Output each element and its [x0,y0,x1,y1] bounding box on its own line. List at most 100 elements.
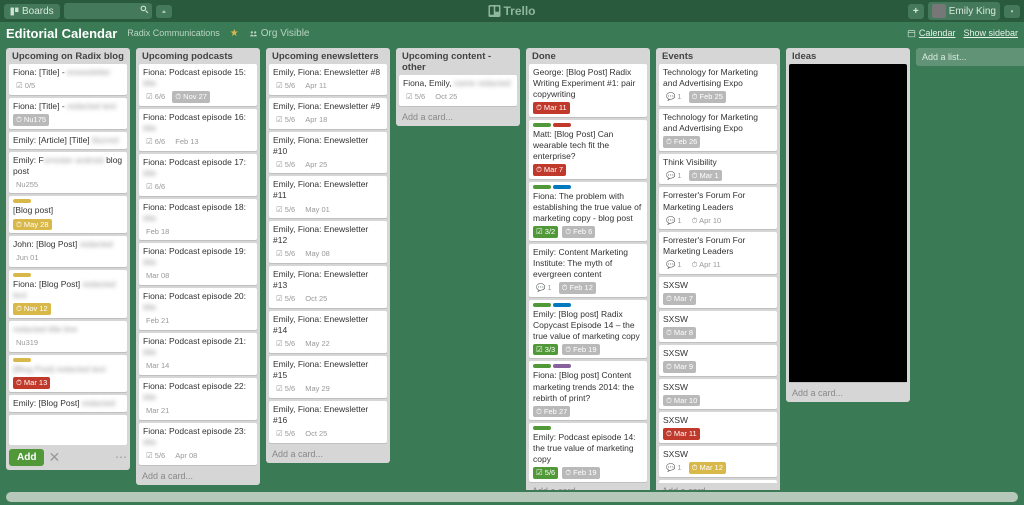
card[interactable]: Forrester's Forum For Marketing Leaders 💬… [659,232,777,274]
card[interactable]: Fiona: [Title] - redacted text⏱ Nu175 [9,98,127,129]
card[interactable]: John: [Blog Post] redactedJun 01 [9,236,127,267]
card[interactable]: Emily: [Article] [Title] blurred [9,132,127,149]
card[interactable]: Fiona: Podcast episode 16: title☑ 6/6Feb… [139,109,257,151]
list-title[interactable]: Upcoming on Radix blog [6,48,130,64]
card[interactable]: SXSW⏱ Mar 7 [659,277,777,308]
card[interactable]: SXSW💬 1⏱ Mar 12 [659,446,777,477]
card[interactable]: Fiona, Emily, name redacted☑ 5/6Oct 25 [399,75,517,106]
card[interactable]: Fiona: [Blog post] Content marketing tre… [529,361,647,420]
card[interactable]: Emily: [Blog Post] redacted [9,395,127,412]
card-footer: ☑ 5/6May 08 [273,248,383,260]
card-badge: Apr 08 [172,450,200,462]
card-title: Emily, Fiona: Enewsletter #11 [273,179,383,201]
show-sidebar-link[interactable]: Show sidebar [963,28,1018,38]
card[interactable]: Technology for Marketing and Advertising… [659,109,777,151]
card[interactable]: SXSW⏱ Mar 11 [659,412,777,443]
card[interactable]: Emily, Fiona: Enewsletter #9☑ 5/6Apr 18 [269,98,387,129]
card-badge: 💬 1 [663,259,685,271]
card[interactable]: SXSW⏱ Mar 9 [659,345,777,376]
card[interactable]: Fiona: Podcast episode 21: titleMar 14 [139,333,257,375]
card[interactable]: Emily, Fiona: Enewsletter #14☑ 5/6May 22 [269,311,387,353]
list-title[interactable]: Upcoming enewsletters [266,48,390,64]
card[interactable]: Fiona: Podcast episode 19: titleMar 08 [139,243,257,285]
card[interactable]: Fiona: Podcast episode 18: titleFeb 18 [139,199,257,241]
card[interactable]: George: [Blog Post] Radix Writing Experi… [529,64,647,117]
card[interactable]: Fiona: [Blog Post] redacted text⏱ Nov 12 [9,270,127,318]
card[interactable]: Fiona: Podcast episode 15: title☑ 6/6⏱ N… [139,64,257,106]
card[interactable]: Emily: Forrester android blog postNu255 [9,152,127,194]
add-card-link[interactable]: Add a card... [136,468,260,485]
add-card-link[interactable]: Add a card... [656,483,780,490]
star-icon[interactable]: ★ [230,28,239,39]
board-title[interactable]: Editorial Calendar [6,26,117,41]
search-input[interactable] [64,3,152,19]
card[interactable]: Emily, Fiona: Enewsletter #8☑ 5/6Apr 11 [269,64,387,95]
card-badge: ☑ 5/6 [273,159,298,171]
card[interactable]: Fiona: Podcast episode 17: title☑ 6/6 [139,154,257,196]
card[interactable]: Emily, Fiona: Enewsletter #16☑ 5/6Oct 25 [269,401,387,443]
card[interactable]: Emily, Fiona: Enewsletter #10☑ 5/6Apr 25 [269,132,387,174]
add-card-link[interactable]: Add a card... [396,109,520,126]
card[interactable]: Fiona: Podcast episode 23: title☑ 5/6Apr… [139,423,257,465]
add-card-link[interactable]: Add a card... [526,483,650,490]
card-label [13,199,31,203]
card[interactable]: Fiona: The problem with establishing the… [529,182,647,241]
list-title[interactable]: Events [656,48,780,64]
user-menu[interactable]: Emily King [928,2,1000,20]
list-cards[interactable]: George: [Blog Post] Radix Writing Experi… [526,64,650,483]
close-icon[interactable]: ✕ [48,449,60,466]
card[interactable]: Emily, Fiona: Enewsletter #15☑ 5/6May 29 [269,356,387,398]
card[interactable]: Emily: Content Marketing Institute: The … [529,244,647,297]
notifications-button[interactable] [1004,5,1020,18]
graph-button[interactable] [156,5,172,18]
card-composer[interactable] [9,415,127,445]
card[interactable]: Forrester's Forum For Marketing Leaders💬… [659,187,777,229]
list-cards[interactable]: Fiona: [Title] - enewsletter☑ 0/5Fiona: … [6,64,130,415]
card[interactable]: Matt: [Blog Post] Can wearable tech fit … [529,120,647,179]
horizontal-scrollbar[interactable] [6,492,1018,502]
list-cards[interactable]: Technology for Marketing and Advertising… [656,64,780,483]
card[interactable]: Technology for Marketing and Advertising… [659,64,777,106]
card-title: Emily: [Article] [Title] blurred [13,135,123,146]
add-card-link[interactable]: Add a card... [786,385,910,402]
card[interactable]: SXSW⏱ Mar 10 [659,379,777,410]
card[interactable]: Emily, Fiona: Enewsletter #13☑ 5/6Oct 25 [269,266,387,308]
card-footer: 💬 1⏱ Apr 11 [663,259,773,271]
card[interactable]: Emily, Fiona: Enewsletter #11☑ 5/6May 01 [269,176,387,218]
card[interactable] [789,64,907,382]
add-list[interactable]: Add a list... [916,48,1024,66]
card[interactable]: [Blog post]⏱ May 28 [9,196,127,233]
card-title: Forrester's Forum For Marketing Leaders [663,235,773,257]
card-badge: ⏱ Mar 8 [663,327,696,339]
list-cards[interactable] [786,64,910,385]
add-card-link[interactable]: Add a card... [266,446,390,463]
options-icon[interactable]: ⋯ [115,450,127,464]
add-button[interactable]: + [908,4,924,19]
list-cards[interactable]: Emily, Fiona: Enewsletter #8☑ 5/6Apr 11E… [266,64,390,446]
card[interactable]: [Blog Post] redacted text⏱ Mar 13 [9,355,127,392]
card-footer: Feb 21 [143,315,253,327]
app-logo[interactable]: Trello [488,4,535,18]
card[interactable]: Fiona: Podcast episode 22: titleMar 21 [139,378,257,420]
card[interactable]: SXSW⏱ Mar 8 [659,311,777,342]
board-canvas[interactable]: Upcoming on Radix blogFiona: [Title] - e… [0,44,1024,490]
list-title[interactable]: Upcoming podcasts [136,48,260,64]
boards-button[interactable]: Boards [4,4,60,19]
card[interactable]: redacted title lineNu319 [9,321,127,352]
add-card-submit[interactable]: Add [9,449,44,466]
visibility-button[interactable]: Org Visible [249,28,310,39]
boards-label: Boards [22,6,54,17]
card[interactable]: Emily: Podcast episode 14: the true valu… [529,423,647,482]
card[interactable]: Fiona: [Title] - enewsletter☑ 0/5 [9,64,127,95]
list-title[interactable]: Ideas [786,48,910,64]
card[interactable]: Emily: [Blog post] Radix Copycast Episod… [529,300,647,359]
card[interactable]: Fiona: Podcast episode 20: titleFeb 21 [139,288,257,330]
list-cards[interactable]: Fiona: Podcast episode 15: title☑ 6/6⏱ N… [136,64,260,468]
card[interactable]: Emily, Fiona: Enewsletter #12☑ 5/6May 08 [269,221,387,263]
list-cards[interactable]: Fiona, Emily, name redacted☑ 5/6Oct 25 [396,75,520,109]
card[interactable]: Think Visibility💬 1⏱ Mar 1 [659,154,777,185]
board-org[interactable]: Radix Communications [127,28,220,38]
list-title[interactable]: Done [526,48,650,64]
list-title[interactable]: Upcoming content - other [396,48,520,75]
calendar-button[interactable]: Calendar [907,28,956,38]
